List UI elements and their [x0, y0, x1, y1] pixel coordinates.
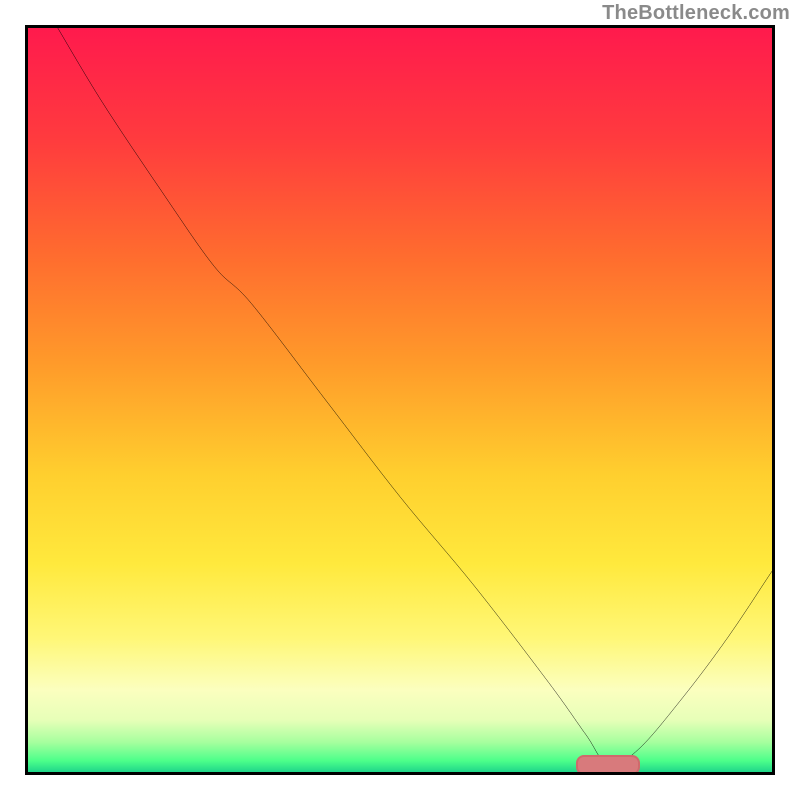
watermark-text: TheBottleneck.com: [602, 2, 790, 25]
chart-curve: [28, 28, 772, 772]
optimal-marker: [576, 755, 640, 775]
chart-plot-area: [25, 25, 775, 775]
